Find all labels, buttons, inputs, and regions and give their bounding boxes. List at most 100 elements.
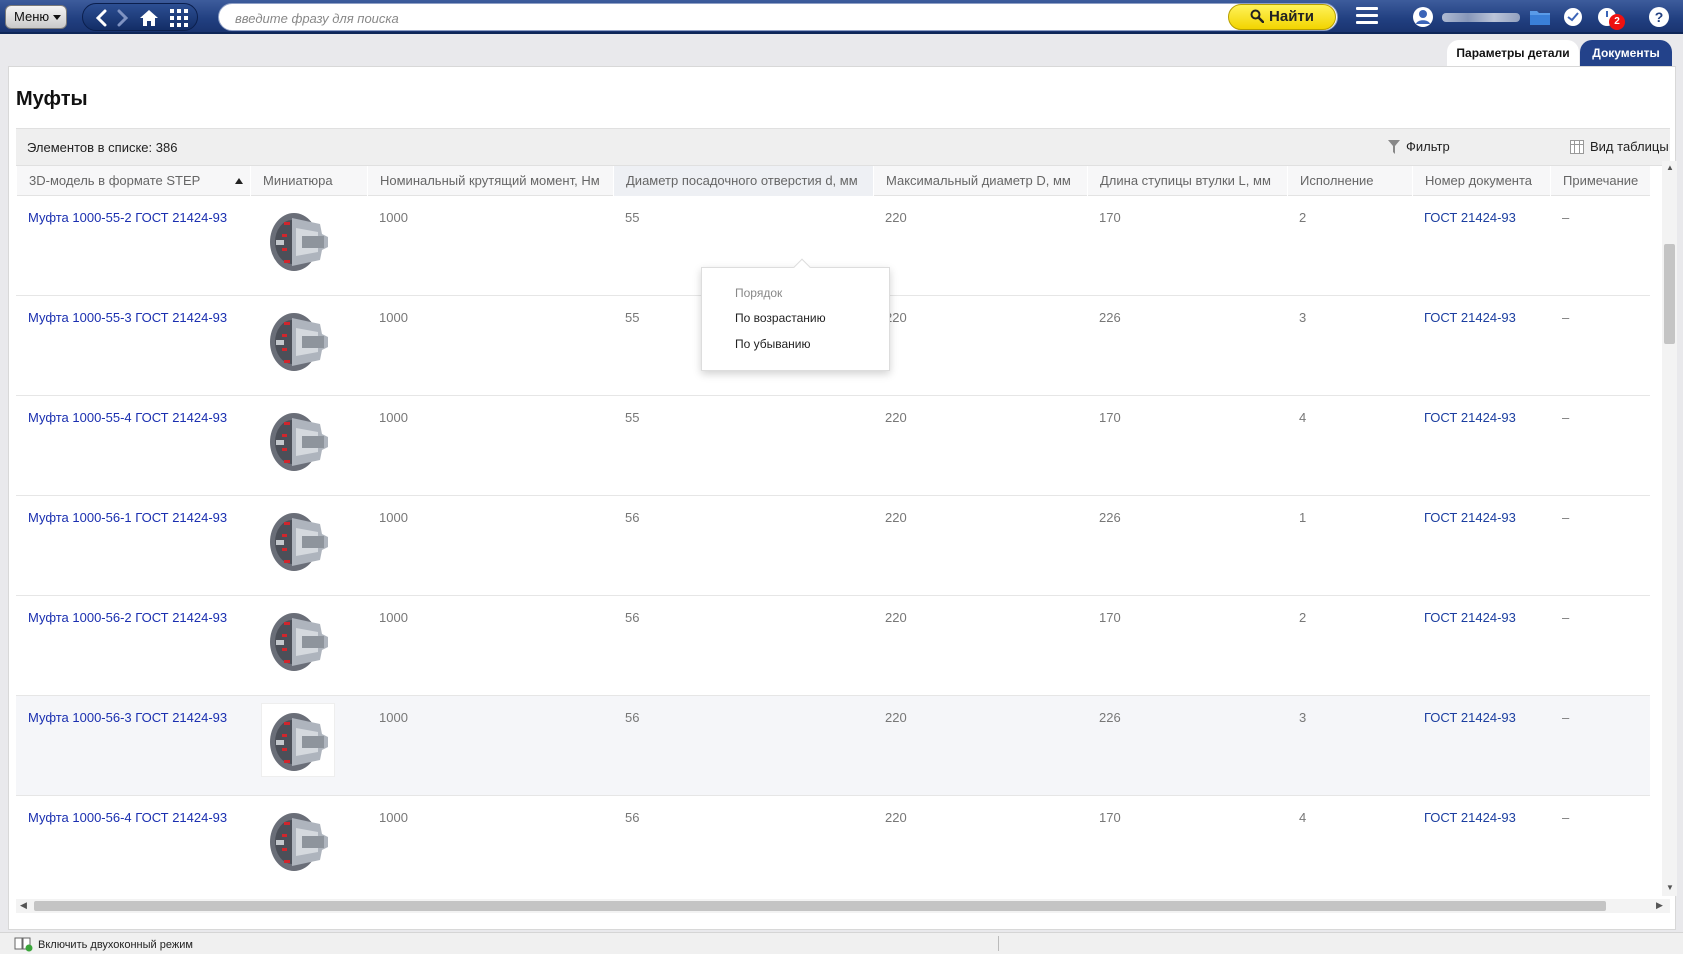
menu-button[interactable]: Меню [5, 5, 67, 29]
column-header-torque[interactable]: Номинальный крутящий момент, Нм [367, 166, 613, 196]
table-row[interactable]: Муфта 1000-56-2 ГОСТ 21424-93 1000 56 220 17… [16, 596, 1650, 696]
tab-part-parameters[interactable]: Параметры детали [1447, 40, 1579, 66]
column-header-note[interactable]: Примечание [1550, 166, 1650, 196]
sort-ascending-option[interactable]: По возрастанию [735, 311, 826, 325]
home-icon[interactable] [137, 6, 161, 30]
hub-length-cell: 170 [1099, 410, 1121, 425]
coupling-thumbnail[interactable] [262, 704, 334, 776]
column-header-hub-length[interactable]: Длина ступицы втулки L, мм [1087, 166, 1287, 196]
column-header-step-model[interactable]: 3D-модель в формате STEP [16, 166, 250, 196]
status-bar: Включить двухоконный режим [0, 932, 1683, 954]
document-link[interactable]: ГОСТ 21424-93 [1412, 410, 1516, 425]
vertical-scrollbar[interactable]: ▲ ▼ [1662, 161, 1677, 896]
folder-icon[interactable] [1529, 6, 1551, 28]
document-link[interactable]: ГОСТ 21424-93 [1412, 310, 1516, 325]
execution-cell: 1 [1299, 510, 1307, 525]
coupling-thumbnail[interactable] [262, 304, 334, 376]
coupling-thumbnail[interactable] [262, 204, 334, 276]
table-row[interactable]: Муфта 1000-55-4 ГОСТ 21424-93 1000 55 220 17… [16, 396, 1650, 496]
column-header-bore-diameter[interactable]: Диаметр посадочного отверстия d, мм [613, 166, 873, 196]
document-link[interactable]: ГОСТ 21424-93 [1412, 210, 1516, 225]
coupling-thumbnail[interactable] [262, 804, 334, 876]
max-diameter-cell: 220 [885, 410, 907, 425]
tab-documents[interactable]: Документы [1580, 40, 1672, 66]
help-icon[interactable]: ? [1648, 6, 1670, 28]
sort-order-title: Порядок [735, 286, 783, 300]
table-view-icon [1570, 140, 1584, 154]
execution-cell: 4 [1299, 810, 1307, 825]
max-diameter-cell: 220 [885, 510, 907, 525]
table-row[interactable]: Муфта 1000-56-3 ГОСТ 21424-93 1000 56 220 22… [16, 696, 1650, 796]
document-link[interactable]: ГОСТ 21424-93 [1412, 710, 1516, 725]
hub-length-cell: 170 [1099, 610, 1121, 625]
torque-cell: 1000 [379, 810, 408, 825]
step-model-link[interactable]: Муфта 1000-56-4 ГОСТ 21424-93 [16, 810, 227, 825]
item-count: Элементов в списке: 386 [27, 140, 178, 155]
max-diameter-cell: 220 [885, 210, 907, 225]
coupling-thumbnail[interactable] [262, 504, 334, 576]
table-row[interactable]: Муфта 1000-56-1 ГОСТ 21424-93 1000 56 220 22… [16, 496, 1650, 596]
note-cell: – [1562, 710, 1570, 725]
table-view-button[interactable]: Вид таблицы [1570, 139, 1669, 154]
search-icon [1250, 9, 1265, 24]
document-link[interactable]: ГОСТ 21424-93 [1412, 810, 1516, 825]
scroll-left-icon[interactable]: ◀ [20, 900, 27, 911]
scroll-right-icon[interactable]: ▶ [1656, 900, 1663, 911]
note-cell: – [1562, 310, 1570, 325]
bore-diameter-cell: 56 [625, 710, 640, 725]
username-blurred[interactable] [1442, 13, 1520, 22]
step-model-link[interactable]: Муфта 1000-56-2 ГОСТ 21424-93 [16, 610, 227, 625]
bore-diameter-cell: 56 [625, 510, 640, 525]
bore-diameter-cell: 56 [625, 610, 640, 625]
document-link[interactable]: ГОСТ 21424-93 [1412, 610, 1516, 625]
step-model-link[interactable]: Муфта 1000-55-4 ГОСТ 21424-93 [16, 410, 227, 425]
horizontal-scroll-thumb[interactable] [34, 901, 1606, 911]
column-header-thumbnail[interactable]: Миниатюра [250, 166, 367, 196]
main-panel: Муфты Элементов в списке: 386 Фильтр Вид… [8, 66, 1677, 930]
bore-diameter-cell: 55 [625, 210, 640, 225]
notification-badge: 2 [1609, 14, 1625, 30]
document-link[interactable]: ГОСТ 21424-93 [1412, 510, 1516, 525]
sort-ascending-icon [235, 178, 243, 184]
filter-icon [1388, 140, 1400, 154]
coupling-thumbnail[interactable] [262, 604, 334, 676]
scroll-down-icon[interactable]: ▼ [1666, 883, 1674, 892]
column-header-execution[interactable]: Исполнение [1287, 166, 1412, 196]
find-label: Найти [1269, 8, 1314, 25]
user-icon[interactable] [1412, 6, 1434, 28]
forward-arrow-icon[interactable] [111, 6, 135, 30]
table-header: 3D-модель в формате STEP Миниатюра Номин… [16, 166, 1650, 196]
table-row[interactable]: Муфта 1000-56-4 ГОСТ 21424-93 1000 56 220 17… [16, 796, 1650, 894]
column-header-document-number[interactable]: Номер документа [1412, 166, 1550, 196]
torque-cell: 1000 [379, 710, 408, 725]
column-header-max-diameter[interactable]: Максимальный диаметр D, мм [873, 166, 1087, 196]
execution-cell: 3 [1299, 310, 1307, 325]
horizontal-scrollbar[interactable]: ◀ ▶ [16, 899, 1670, 913]
vertical-scroll-thumb[interactable] [1664, 244, 1675, 344]
coupling-thumbnail[interactable] [262, 404, 334, 476]
bore-diameter-cell: 55 [625, 310, 640, 325]
scroll-up-icon[interactable]: ▲ [1666, 163, 1674, 172]
hamburger-menu-icon[interactable] [1356, 7, 1378, 27]
apps-grid-icon[interactable] [167, 6, 191, 30]
hub-length-cell: 226 [1099, 710, 1121, 725]
list-toolbar: Элементов в списке: 386 Фильтр Вид табли… [16, 128, 1670, 166]
table-view-label: Вид таблицы [1590, 139, 1669, 154]
execution-cell: 2 [1299, 210, 1307, 225]
filter-button[interactable]: Фильтр [1388, 139, 1450, 154]
step-model-link[interactable]: Муфта 1000-55-2 ГОСТ 21424-93 [16, 210, 227, 225]
clock-check-icon[interactable] [1562, 6, 1584, 28]
max-diameter-cell: 220 [885, 810, 907, 825]
dual-window-label: Включить двухоконный режим [38, 939, 193, 951]
torque-cell: 1000 [379, 610, 408, 625]
step-model-link[interactable]: Муфта 1000-56-1 ГОСТ 21424-93 [16, 510, 227, 525]
back-arrow-icon[interactable] [89, 6, 113, 30]
search-input[interactable] [235, 7, 1215, 29]
hub-length-cell: 226 [1099, 510, 1121, 525]
sort-descending-option[interactable]: По убыванию [735, 337, 811, 351]
sort-order-dropdown: Порядок По возрастанию По убыванию [701, 258, 890, 371]
step-model-link[interactable]: Муфта 1000-55-3 ГОСТ 21424-93 [16, 310, 227, 325]
find-button[interactable]: Найти [1228, 4, 1336, 30]
step-model-link[interactable]: Муфта 1000-56-3 ГОСТ 21424-93 [16, 710, 227, 725]
dual-window-toggle[interactable]: Включить двухоконный режим [14, 936, 193, 952]
